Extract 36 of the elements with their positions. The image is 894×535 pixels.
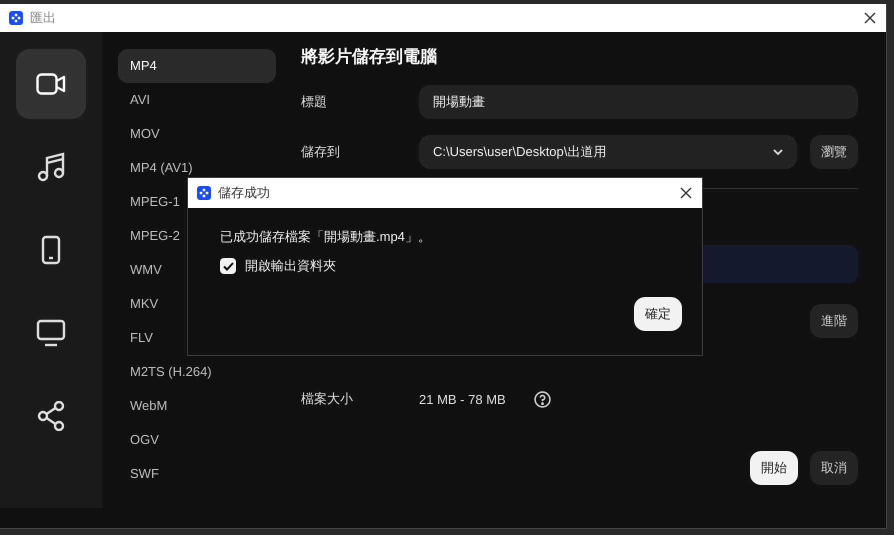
close-icon[interactable]: [680, 187, 692, 199]
checkbox[interactable]: [220, 258, 236, 274]
format-item[interactable]: AVI: [118, 83, 276, 117]
browse-button[interactable]: 瀏覽: [810, 135, 858, 169]
dialog-title: 儲存成功: [218, 184, 271, 202]
format-item[interactable]: MOV: [118, 117, 276, 151]
format-item[interactable]: M2TS (H.264): [118, 355, 276, 389]
app-logo-icon: [9, 11, 23, 25]
field-label: 儲存到: [301, 143, 341, 161]
format-item[interactable]: OGV: [118, 423, 276, 457]
field-label: 標題: [301, 93, 328, 111]
ok-button[interactable]: 確定: [634, 297, 682, 331]
format-item[interactable]: SWF: [118, 457, 276, 491]
format-item[interactable]: MP4: [118, 49, 276, 83]
app-logo-icon: [197, 186, 211, 200]
advanced-button[interactable]: 進階: [810, 304, 858, 338]
file-size-value: 21 MB - 78 MB: [419, 392, 506, 406]
start-button[interactable]: 開始: [750, 451, 798, 485]
format-item[interactable]: WebM: [118, 389, 276, 423]
page-heading: 將影片儲存到電腦: [301, 46, 438, 68]
help-icon[interactable]: [534, 390, 551, 408]
close-icon[interactable]: [864, 12, 876, 24]
window-title: 匯出: [30, 9, 57, 27]
field-label: 檔案大小: [301, 390, 354, 408]
music-note-icon: [37, 152, 65, 182]
phone-icon: [41, 235, 61, 265]
cancel-button[interactable]: 取消: [810, 451, 858, 485]
chevron-down-icon: [773, 148, 783, 156]
share-icon: [37, 401, 65, 431]
video-camera-icon: [36, 73, 66, 95]
save-location-dropdown[interactable]: C:\Users\user\Desktop\出道用: [419, 135, 797, 169]
title-field[interactable]: 開場動畫: [419, 85, 858, 119]
dialog-message: 已成功儲存檔案「開場動畫.mp4」。: [220, 228, 432, 246]
sidebar-tab[interactable]: [16, 49, 86, 119]
checkbox-label: 開啟輸出資料夾: [245, 257, 336, 275]
monitor-icon: [36, 319, 66, 347]
